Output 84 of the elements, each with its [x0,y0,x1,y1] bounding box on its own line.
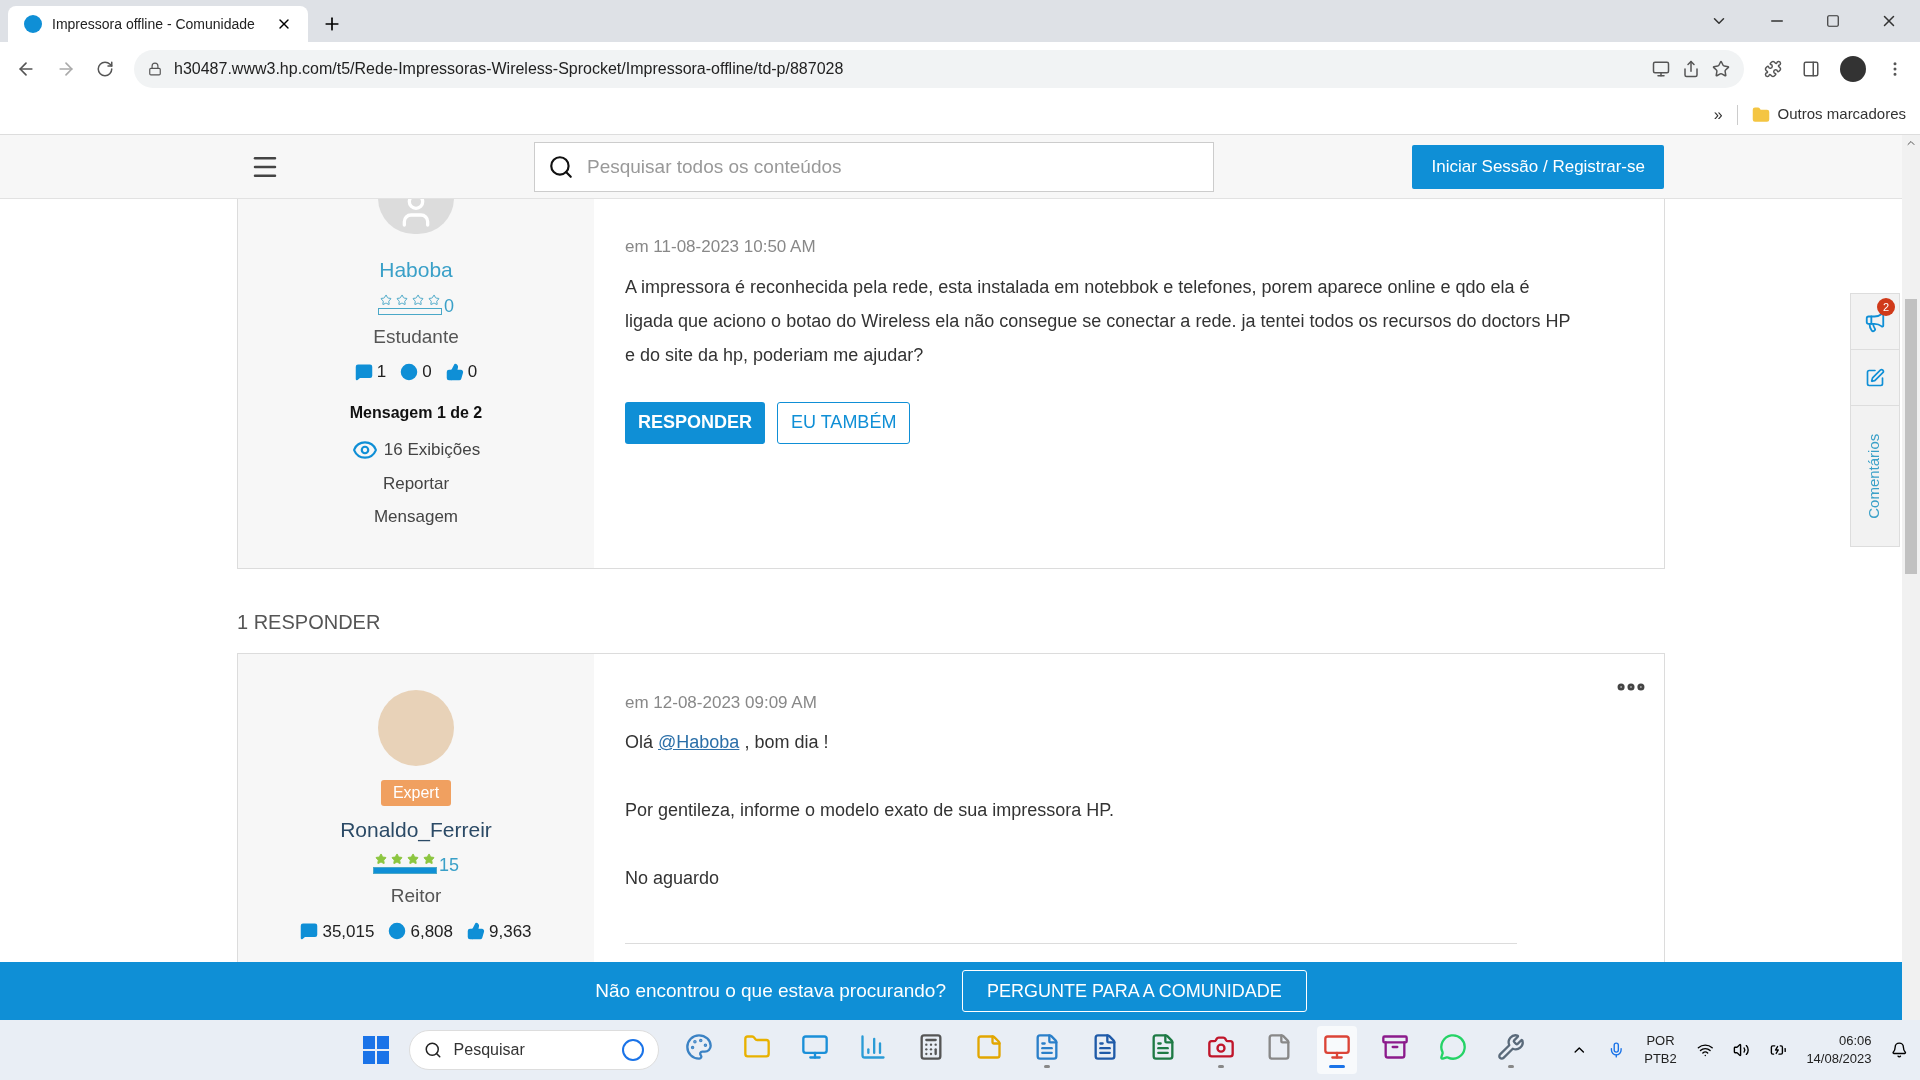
rank-count: 15 [439,856,459,874]
edit-icon[interactable] [1865,367,1885,388]
stat-count: 9,363 [489,920,532,943]
address-bar[interactable]: h30487.www3.hp.com/t5/Rede-Impressoras-Wireless-Sprocket/Impressora-offline/td-p/887028 [134,49,1744,88]
search-icon [548,153,574,180]
bookmarks-overflow[interactable]: » [1713,102,1723,127]
lock-icon [148,61,162,76]
report-link[interactable]: Mensagem [373,504,459,530]
expert-badge: Expert [380,779,452,806]
post-text: A impressora é reconhecida pela rede, esta instalada em notebbok e telefones, porem aparece online e qdo ela é ligada que aciono o botao do Wireless ela não consegue se conectar a rede. ja tentei todos os recursos do doctors HP e do site da hp, poderiam me ajudar? [625,275,1572,367]
extensions-icon[interactable] [1764,59,1782,78]
rank-title: Reitor [390,884,442,908]
star-icon [375,853,387,865]
ask-community-button[interactable]: PERGUNTE PARA A COMUNIDADE [962,970,1307,1012]
app-icon [1381,1032,1410,1061]
message-position: Mensagem 1 de 2 [349,402,483,423]
app-icon [1323,1032,1352,1061]
thumbs-up-icon [445,362,464,381]
notification-badge: 2 [1877,298,1895,316]
share-icon[interactable] [1682,59,1700,78]
taskbar-search-label: Pesquisar [453,1040,526,1060]
site-logo-icon [24,15,42,33]
me-too-button[interactable]: EU TAMBÉM [777,401,911,444]
posts-icon [354,362,373,381]
notifications-icon[interactable] [1891,1041,1908,1059]
rank-count: 0 [444,296,454,315]
bookmark-folder[interactable]: Outros marcadores [1751,103,1906,126]
app-icon [975,1032,1004,1061]
clock-date[interactable]: 14/08/2023 [1806,1050,1872,1068]
volume-icon[interactable] [1733,1041,1750,1059]
star-icon [423,853,435,865]
post-text: No aguardo [625,867,721,890]
bookmark-folder-label: Outros marcadores [1777,104,1906,125]
bookmark-star-icon[interactable] [1712,59,1730,78]
url-text: h30487.www3.hp.com/t5/Rede-Impressoras-Wireless-Sprocket/Impressora-offline/td-p/887028 [174,58,845,79]
app-icon [685,1032,714,1061]
login-button[interactable]: Iniciar Sessão / Registrar-se [1412,144,1664,189]
post-text: Olá @Haboba , bom dia ! [625,731,830,754]
app-icon [1497,1032,1526,1061]
keyboard-layout[interactable]: PTB2 [1644,1050,1677,1068]
taskbar-search[interactable]: Pesquisar [408,1030,660,1070]
stat-count: 35,015 [322,920,375,943]
author-link[interactable]: Ronaldo_Ferreir [340,813,492,845]
start-icon[interactable] [362,1036,389,1064]
report-link[interactable]: Reportar [382,470,450,496]
replies-heading: 1 RESPONDER [237,609,381,635]
taskbar-app[interactable] [1317,1026,1358,1074]
profile-avatar[interactable] [1840,55,1866,82]
app-icon [1439,1032,1468,1061]
star-icon [396,293,408,306]
search-icon [423,1041,442,1059]
stat-count: 6,808 [410,920,453,943]
maximize-icon[interactable] [1826,14,1840,28]
star-icon [428,293,440,306]
star-icon [391,853,403,865]
rank-title: Estudante [373,324,459,349]
star-icon [407,853,419,865]
stat-count: 0 [422,361,432,383]
browser-tab[interactable]: Impressora offline - Comunidade [8,6,308,42]
folder-icon [1751,105,1770,124]
app-icon [743,1032,772,1061]
scrollbar-thumb[interactable] [1905,299,1917,574]
view-count: 16 Exibições [383,438,481,461]
input-language[interactable]: POR [1646,1032,1675,1050]
stat-count: 0 [467,361,478,383]
reply-button[interactable]: RESPONDER [625,401,766,444]
post-date: em 12-08-2023 09:09 AM [625,691,817,714]
app-icon [801,1032,830,1061]
star-icon [412,293,424,306]
app-icon [859,1032,888,1061]
side-panel-icon[interactable] [1802,59,1820,78]
stat-count: 1 [376,361,387,383]
star-icon [380,293,392,306]
thumbs-up-icon [467,922,485,941]
clock-time[interactable]: 06:06 [1838,1032,1872,1050]
search-field[interactable]: Pesquisar todos os conteúdos [534,141,1214,192]
posts-icon [300,922,319,941]
post-date: em 11-08-2023 10:50 AM [625,236,816,258]
footer-question: Não encontrou o que estava procurando? [595,978,946,1003]
mention-link[interactable]: @Haboba [658,732,740,752]
post-text: Por gentileza, informe o modelo exato de sua impressora HP. [625,799,1115,822]
scrollbar[interactable] [1902,135,1920,1020]
reload-icon[interactable] [96,59,114,78]
tab-title: Impressora offline - Comunidade [52,14,256,34]
